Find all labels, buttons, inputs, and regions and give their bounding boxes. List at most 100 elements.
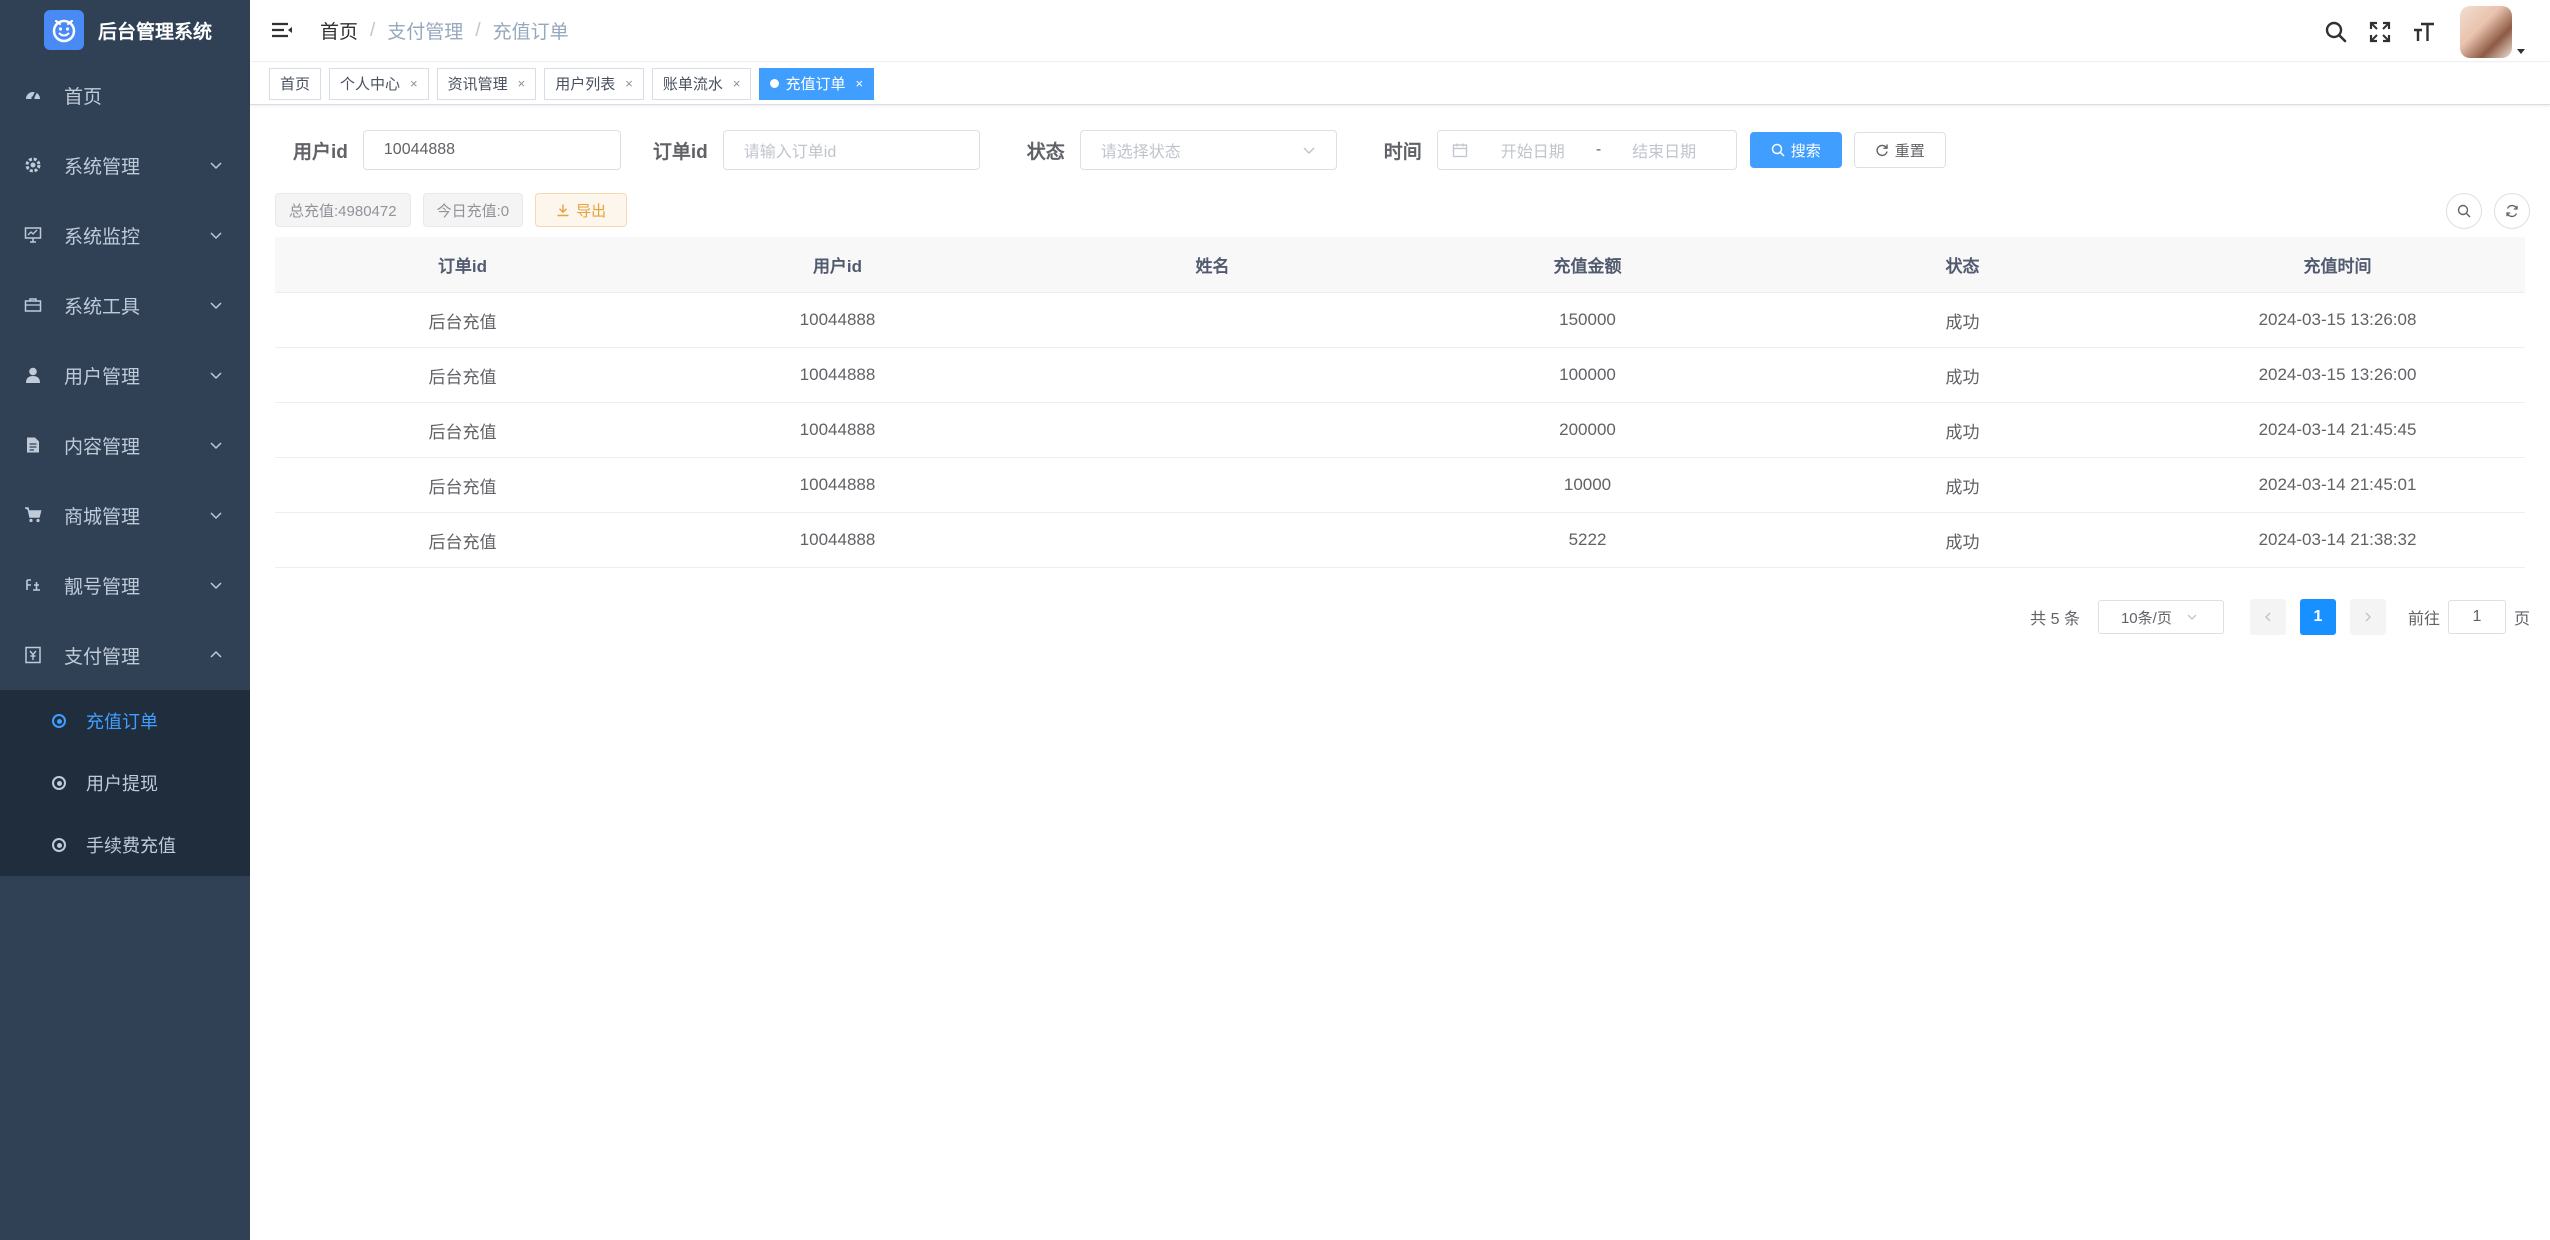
cell-status: 成功 xyxy=(1945,367,1980,387)
close-icon[interactable]: × xyxy=(733,76,741,91)
cell-order-id: 后台充值 xyxy=(428,367,497,387)
reset-button[interactable]: 重置 xyxy=(1853,132,1946,168)
tag-label: 首页 xyxy=(280,76,311,93)
avatar[interactable] xyxy=(2460,6,2512,58)
table-row[interactable]: 后台充值 10044888 100000 成功 2024-03-15 13:26… xyxy=(275,348,2525,403)
prev-page-button[interactable] xyxy=(2249,599,2286,635)
top-navbar: 首页 / 支付管理 / 充值订单 xyxy=(250,0,2550,62)
table-toolbar: 总充值:4980472 今日充值:0 导出 xyxy=(275,193,628,227)
sidebar-item-label: 手续费充值 xyxy=(86,836,176,856)
tag-news[interactable]: 资讯管理 × xyxy=(436,67,537,100)
sidebar-item-numbers[interactable]: 靓号管理 xyxy=(0,550,250,620)
tags-view: 首页 个人中心 × 资讯管理 × 用户列表 × 账单流水 × 充值订单 × xyxy=(250,63,2550,105)
sidebar-item-label: 支付管理 xyxy=(64,646,141,668)
status-select[interactable]: 请选择状态 xyxy=(1079,130,1337,170)
fullscreen-icon[interactable] xyxy=(2368,20,2392,44)
sidebar-item-home[interactable]: 首页 xyxy=(0,60,250,130)
sidebar-item-label: 靓号管理 xyxy=(64,576,141,598)
refresh-icon xyxy=(1876,144,1888,157)
table-row[interactable]: 后台充值 10044888 5222 成功 2024-03-14 21:38:3… xyxy=(275,513,2525,568)
goto-page-value: 1 xyxy=(2472,608,2482,625)
user-menu[interactable] xyxy=(2460,6,2526,58)
sidebar-item-users[interactable]: 用户管理 xyxy=(0,340,250,410)
search-icon[interactable] xyxy=(2324,20,2348,44)
toggle-search-button[interactable] xyxy=(2446,193,2482,229)
cell-amount: 100000 xyxy=(1559,365,1616,384)
radio-dot-icon xyxy=(52,776,66,790)
sidebar-item-monitor[interactable]: 系统监控 xyxy=(0,200,250,270)
status-label: 状态 xyxy=(1026,141,1065,163)
close-icon[interactable]: × xyxy=(855,76,863,91)
cell-amount: 5222 xyxy=(1568,530,1607,549)
range-separator: - xyxy=(1595,141,1602,158)
chevron-up-icon xyxy=(210,650,222,658)
close-icon[interactable]: × xyxy=(625,76,633,91)
table-row[interactable]: 后台充值 10044888 150000 成功 2024-03-15 13:26… xyxy=(275,293,2525,348)
end-date-placeholder[interactable]: 结束日期 xyxy=(1619,138,1709,162)
close-icon[interactable]: × xyxy=(518,76,526,91)
sidebar-item-label: 系统管理 xyxy=(64,156,141,178)
tag-home[interactable]: 首页 xyxy=(269,67,322,100)
chevron-left-icon xyxy=(2264,612,2271,622)
breadcrumb-payment: 支付管理 xyxy=(387,22,464,43)
sidebar-item-fee-recharge[interactable]: 手续费充值 xyxy=(0,814,250,876)
sidebar-item-system[interactable]: 系统管理 xyxy=(0,130,250,200)
cell-order-id: 后台充值 xyxy=(428,312,497,332)
table-row[interactable]: 后台充值 10044888 10000 成功 2024-03-14 21:45:… xyxy=(275,458,2525,513)
order-id-input[interactable]: 请输入订单id xyxy=(722,130,980,170)
total-recharge-badge: 总充值:4980472 xyxy=(275,193,411,227)
export-button[interactable]: 导出 xyxy=(535,193,628,227)
logo[interactable]: 后台管理系统 xyxy=(0,0,250,60)
table-row[interactable]: 后台充值 10044888 200000 成功 2024-03-14 21:45… xyxy=(275,403,2525,458)
goto-label: 前往 xyxy=(2407,611,2440,628)
breadcrumb-current: 充值订单 xyxy=(492,22,569,43)
logo-icon xyxy=(44,10,84,50)
page-size-value: 10条/页 xyxy=(2120,609,2172,627)
close-icon[interactable]: × xyxy=(410,76,418,91)
font-size-icon[interactable] xyxy=(2412,20,2436,44)
search-button[interactable]: 搜索 xyxy=(1749,132,1842,168)
goto-page-input[interactable]: 1 xyxy=(2447,600,2506,634)
breadcrumb: 首页 / 支付管理 / 充值订单 xyxy=(320,17,569,44)
cell-name xyxy=(1025,348,1400,402)
cell-order-id: 后台充值 xyxy=(428,422,497,442)
sidebar-item-label: 用户提现 xyxy=(86,774,158,794)
sidebar-item-label: 商城管理 xyxy=(64,506,141,528)
sidebar-item-user-withdrawal[interactable]: 用户提现 xyxy=(0,752,250,814)
cell-time: 2024-03-14 21:45:45 xyxy=(2258,420,2417,439)
export-button-label: 导出 xyxy=(576,202,607,220)
hamburger-icon[interactable] xyxy=(270,19,294,43)
active-dot-icon xyxy=(770,79,780,88)
pagination: 共 5 条 10条/页 1 前往 1 页 xyxy=(2030,599,2530,635)
sidebar-item-content[interactable]: 内容管理 xyxy=(0,410,250,480)
user-id-input[interactable]: 10044888 xyxy=(362,130,621,170)
tag-bill-flow[interactable]: 账单流水 × xyxy=(651,67,752,100)
page-size-select[interactable]: 10条/页 xyxy=(2097,600,2224,634)
column-header-name: 姓名 xyxy=(1195,257,1230,276)
breadcrumb-home[interactable]: 首页 xyxy=(320,17,358,44)
refresh-icon xyxy=(2506,204,2518,218)
cell-name xyxy=(1025,293,1400,347)
sidebar-item-tools[interactable]: 系统工具 xyxy=(0,270,250,340)
sidebar-item-label: 系统工具 xyxy=(64,296,141,318)
search-button-label: 搜索 xyxy=(1790,142,1821,160)
tag-profile[interactable]: 个人中心 × xyxy=(329,67,429,100)
sidebar-item-label: 充值订单 xyxy=(86,712,158,732)
page-number-button[interactable]: 1 xyxy=(2299,599,2336,635)
refresh-button[interactable] xyxy=(2494,193,2530,229)
tag-recharge-orders[interactable]: 充值订单 × xyxy=(759,67,875,100)
column-header-status: 状态 xyxy=(1945,257,1980,276)
cell-user-id: 10044888 xyxy=(799,530,876,549)
sidebar-item-recharge-orders[interactable]: 充值订单 xyxy=(0,690,250,752)
sidebar-item-payment[interactable]: 支付管理 xyxy=(0,620,250,690)
column-header-amount: 充值金额 xyxy=(1553,257,1622,276)
sidebar-item-mall[interactable]: 商城管理 xyxy=(0,480,250,550)
yuan-icon xyxy=(24,646,42,664)
start-date-placeholder[interactable]: 开始日期 xyxy=(1488,138,1578,162)
document-icon xyxy=(24,436,42,454)
tag-user-list[interactable]: 用户列表 × xyxy=(544,67,644,100)
today-recharge-badge: 今日充值:0 xyxy=(422,193,524,227)
next-page-button[interactable] xyxy=(2349,599,2386,635)
page-jumper: 前往 1 页 xyxy=(2408,600,2530,634)
date-range-picker[interactable]: 开始日期 - 结束日期 xyxy=(1436,130,1737,170)
